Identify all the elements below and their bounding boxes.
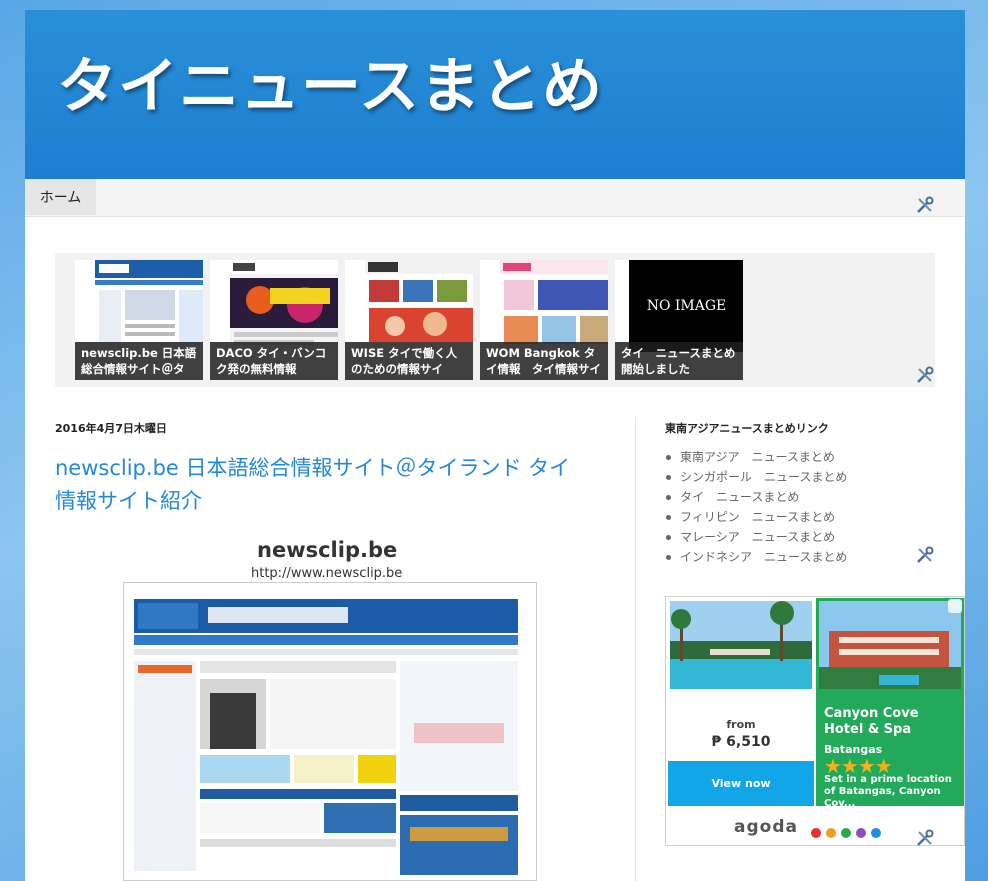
sidebar-link[interactable]: タイ ニュースまとめ xyxy=(665,487,847,507)
sidebar-link[interactable]: マレーシア ニュースまとめ xyxy=(665,527,847,547)
site-url[interactable]: http://www.newsclip.be xyxy=(251,566,402,581)
site-screenshot xyxy=(123,582,537,881)
sidebar-link[interactable]: 東南アジア ニュースまとめ xyxy=(665,447,847,467)
ad-left-panel[interactable]: from ₱ 6,510 View now xyxy=(667,598,815,806)
featured-post-caption[interactable]: タイ ニュースまとめ開始しました xyxy=(615,342,743,380)
no-image-placeholder: NO IMAGE xyxy=(629,260,743,352)
agoda-logo: agoda xyxy=(734,817,798,837)
post-title-link[interactable]: newsclip.be 日本語総合情報サイト＠タイランド タイ情報サイト紹介 xyxy=(55,452,575,518)
ad-view-now-button[interactable]: View now xyxy=(668,761,814,806)
ad-price: ₱ 6,510 xyxy=(711,734,771,750)
sidebar-link[interactable]: フィリピン ニュースまとめ xyxy=(665,507,847,527)
post-thumbnail xyxy=(230,260,338,350)
post-thumbnail xyxy=(95,260,203,350)
ad-hotel-description: Set in a prime location of Batangas, Can… xyxy=(824,774,952,809)
edit-tools-icon[interactable] xyxy=(915,828,935,848)
edit-tools-icon[interactable] xyxy=(915,545,935,565)
post-thumbnail xyxy=(365,260,473,350)
edit-tools-icon[interactable] xyxy=(915,195,935,215)
ad-hotel-name[interactable]: Canyon Cove Hotel & Spa xyxy=(824,706,960,738)
sidebar-link-list: 東南アジア ニュースまとめ シンガポール ニュースまとめ タイ ニュースまとめ … xyxy=(665,447,847,567)
agoda-ad-banner[interactable]: from ₱ 6,510 View now Canyon Cove Hotel … xyxy=(665,596,965,846)
edit-tools-icon[interactable] xyxy=(915,365,935,385)
nav-home-tab[interactable]: ホーム xyxy=(25,179,96,215)
featured-posts-strip: newsclip.be 日本語総合情報サイト＠タ DACO タイ・バンコク発の無… xyxy=(55,253,935,387)
post-thumbnail xyxy=(500,260,608,350)
sidebar-title: 東南アジアニュースまとめリンク xyxy=(665,422,829,435)
column-divider xyxy=(635,418,636,881)
featured-post-caption[interactable]: newsclip.be 日本語総合情報サイト＠タ xyxy=(75,342,203,380)
featured-post-caption[interactable]: WISE タイで働く人のための情報サイ xyxy=(345,342,473,380)
blog-title[interactable]: タイニュースまとめ xyxy=(57,38,603,125)
featured-post-caption[interactable]: WOM Bangkok タイ情報 タイ情報サイ xyxy=(480,342,608,380)
ad-from-label: from xyxy=(726,718,756,731)
post-date: 2016年4月7日木曜日 xyxy=(55,422,167,435)
sidebar-link[interactable]: シンガポール ニュースまとめ xyxy=(665,467,847,487)
ad-choices-icon[interactable] xyxy=(948,599,962,613)
resort-pool-image xyxy=(670,601,812,689)
featured-post[interactable]: DACO タイ・バンコク発の無料情報 xyxy=(210,260,338,380)
blog-header: タイニュースまとめ xyxy=(25,10,965,179)
featured-post-caption[interactable]: DACO タイ・バンコク発の無料情報 xyxy=(210,342,338,380)
featured-post[interactable]: NO IMAGE タイ ニュースまとめ開始しました xyxy=(615,260,743,380)
site-name: newsclip.be xyxy=(257,538,398,562)
agoda-logo-dots xyxy=(811,823,886,842)
nav-bar: ホーム xyxy=(25,179,965,217)
hotel-image xyxy=(819,601,961,689)
featured-post[interactable]: WOM Bangkok タイ情報 タイ情報サイ xyxy=(480,260,608,380)
ad-right-panel[interactable]: Canyon Cove Hotel & Spa Batangas ★★★★ Se… xyxy=(816,598,964,809)
featured-post[interactable]: WISE タイで働く人のための情報サイ xyxy=(345,260,473,380)
sidebar-link[interactable]: インドネシア ニュースまとめ xyxy=(665,547,847,567)
newsclip-screenshot-image xyxy=(124,583,536,880)
featured-post[interactable]: newsclip.be 日本語総合情報サイト＠タ xyxy=(75,260,203,380)
page-wrapper: タイニュースまとめ ホーム newsclip.be 日本語総合情報サイト＠タ D… xyxy=(25,10,965,881)
